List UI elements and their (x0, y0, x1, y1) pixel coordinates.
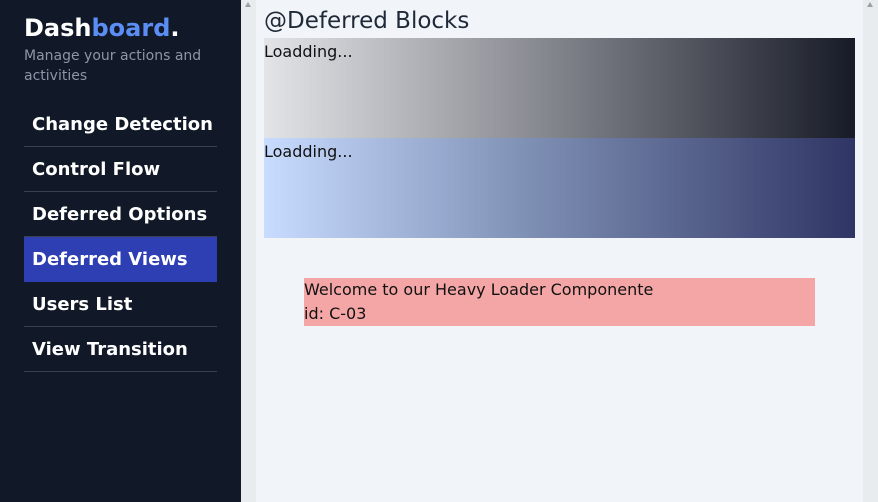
sidebar-item-label: Change Detection (32, 113, 213, 135)
sidebar-scrollbar[interactable] (241, 0, 256, 502)
sidebar-item-label: Deferred Views (32, 248, 188, 270)
page-title: @Deferred Blocks (264, 8, 470, 34)
brand-dot: . (170, 14, 180, 42)
sidebar-item-deferred-views[interactable]: Deferred Views (24, 237, 217, 282)
sidebar-item-deferred-options[interactable]: Deferred Options (24, 192, 217, 237)
main-content: @Deferred Blocks Loadding... Loadding...… (256, 0, 863, 502)
brand-logo[interactable]: Dashboard. (24, 14, 180, 42)
sidebar-nav: Change Detection Control Flow Deferred O… (24, 102, 217, 372)
scroll-up-arrow-icon[interactable] (245, 2, 251, 7)
deferred-block-placeholder: Loadding... (264, 38, 855, 138)
sidebar-item-control-flow[interactable]: Control Flow (24, 147, 217, 192)
sidebar-item-label: Control Flow (32, 158, 161, 180)
scroll-up-arrow-icon[interactable] (867, 2, 873, 7)
sidebar-item-view-transition[interactable]: View Transition (24, 327, 217, 372)
sidebar-subtitle: Manage your actions and activities (24, 48, 202, 84)
sidebar-item-label: View Transition (32, 338, 188, 360)
sidebar-item-label: Deferred Options (32, 203, 208, 225)
heavy-loader-component: Welcome to our Heavy Loader Componente i… (304, 278, 815, 326)
sidebar-item-users-list[interactable]: Users List (24, 282, 217, 327)
loading-label: Loadding... (264, 42, 353, 61)
deferred-block-placeholder: Loadding... (264, 138, 855, 238)
loading-label: Loadding... (264, 142, 353, 161)
heavy-loader-welcome: Welcome to our Heavy Loader Componente (304, 280, 654, 299)
brand-accent: board (91, 14, 171, 42)
sidebar-item-label: Users List (32, 293, 133, 315)
sidebar: Dashboard. Manage your actions and activ… (0, 0, 241, 502)
sidebar-item-change-detection[interactable]: Change Detection (24, 102, 217, 147)
brand-main: Dash (24, 14, 92, 42)
heavy-loader-id: id: C-03 (304, 304, 367, 323)
main-scrollbar[interactable] (863, 0, 878, 502)
